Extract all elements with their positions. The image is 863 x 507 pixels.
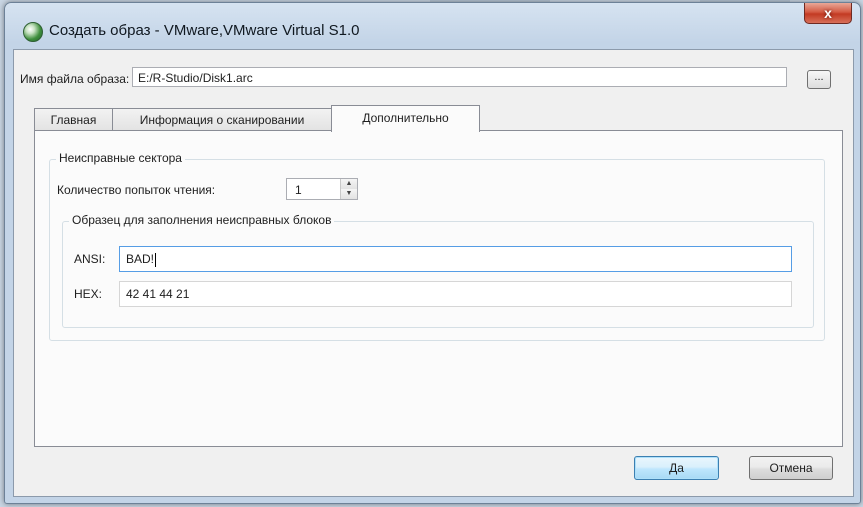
create-image-dialog: Создать образ - VMware,VMware Virtual S1… xyxy=(4,2,861,504)
tab-main[interactable]: Главная xyxy=(34,108,113,130)
title-bar[interactable]: Создать образ - VMware,VMware Virtual S1… xyxy=(5,3,860,49)
close-icon: x xyxy=(824,5,832,21)
hex-field[interactable]: 42 41 44 21 xyxy=(119,281,792,307)
cancel-button[interactable]: Отмена xyxy=(749,456,833,480)
filename-field[interactable]: E:/R-Studio/Disk1.arc xyxy=(132,67,787,87)
filename-label: Имя файла образа: xyxy=(20,72,130,86)
close-button[interactable]: x xyxy=(804,3,852,24)
r-studio-app-icon xyxy=(23,22,43,42)
ansi-label: ANSI: xyxy=(74,252,106,266)
browse-button[interactable]: ... xyxy=(807,70,831,89)
advanced-tab-panel: Неисправные сектора Количество попыток ч… xyxy=(34,130,843,447)
spinner-buttons: ▲ ▼ xyxy=(340,179,357,199)
dialog-body: Имя файла образа: E:/R-Studio/Disk1.arc … xyxy=(13,49,854,497)
tab-advanced[interactable]: Дополнительно xyxy=(331,105,480,132)
spin-down-arrow-icon[interactable]: ▼ xyxy=(341,189,357,199)
tab-scan-info[interactable]: Информация о сканировании xyxy=(112,108,332,130)
fill-pattern-group xyxy=(62,221,814,328)
ok-button[interactable]: Да xyxy=(634,456,719,480)
read-attempts-spinner[interactable]: 1 ▲ ▼ xyxy=(286,178,358,200)
bad-sectors-group-title: Неисправные сектора xyxy=(56,151,185,165)
fill-pattern-group-title: Образец для заполнения неисправных блоко… xyxy=(69,213,335,227)
hex-label: HEX: xyxy=(74,287,103,301)
ansi-field[interactable]: BAD! xyxy=(119,246,792,272)
text-caret xyxy=(155,252,157,267)
read-attempts-value: 1 xyxy=(295,183,302,197)
window-title: Создать образ - VMware,VMware Virtual S1… xyxy=(49,22,360,39)
tab-strip: Главная Информация о сканировании Дополн… xyxy=(34,105,844,132)
ansi-value: BAD! xyxy=(126,252,155,266)
read-attempts-label: Количество попыток чтения: xyxy=(57,183,216,197)
